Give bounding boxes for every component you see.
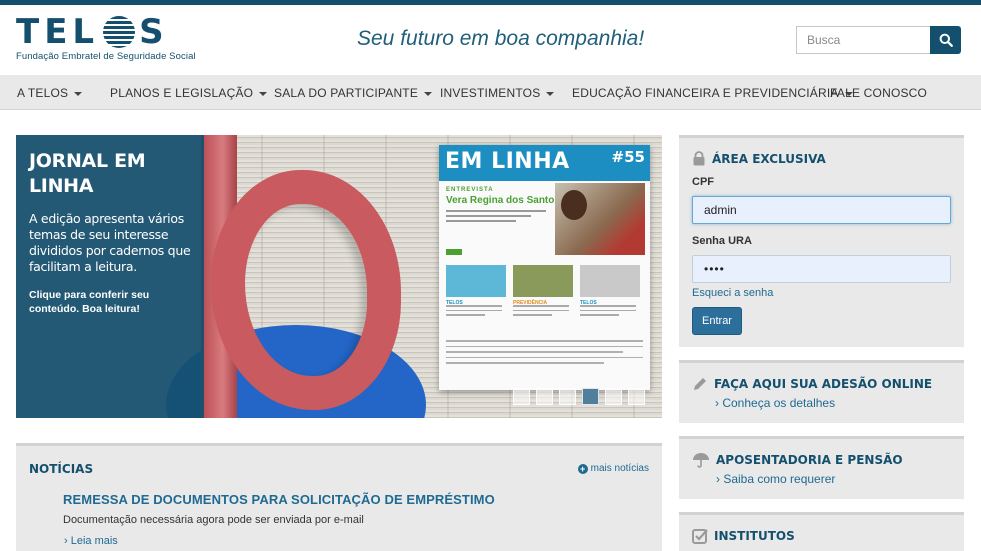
hero-carousel[interactable]: JORNAL EM LINHA A edição apresenta vário… xyxy=(16,135,662,418)
hero-caption-panel: JORNAL EM LINHA A edição apresenta vário… xyxy=(16,135,204,418)
login-panel: ÁREA EXCLUSIVA CPF admin Senha URA •••• … xyxy=(679,135,964,347)
caret-down-icon xyxy=(259,91,268,96)
news-section: NOTÍCIAS + mais notícias REMESSA DE DOCU… xyxy=(16,443,662,551)
card-aposentadoria-link[interactable]: › Saiba como requerer xyxy=(716,472,951,486)
magazine-text-lines xyxy=(446,210,546,225)
login-submit-button[interactable]: Entrar xyxy=(692,307,742,335)
globe-icon xyxy=(103,16,136,48)
pencil-icon xyxy=(694,378,706,390)
login-title-row: ÁREA EXCLUSIVA xyxy=(692,151,951,166)
nav-item-fale-conosco[interactable]: FALE CONOSCO xyxy=(830,86,927,100)
card-aposentadoria-title-row: APOSENTADORIA E PENSÃO xyxy=(692,452,951,468)
magazine-col-3 xyxy=(580,305,636,319)
nav-item-sala-participante[interactable]: SALA DO PARTICIPANTE xyxy=(274,86,433,100)
magazine-col-1 xyxy=(446,305,502,319)
news-item-read-more[interactable]: › Leia mais xyxy=(64,535,118,547)
card-adesao[interactable]: FAÇA AQUI SUA ADESÃO ONLINE › Conheça os… xyxy=(679,360,964,423)
carousel-indicators xyxy=(513,388,645,405)
carousel-thumb-4[interactable] xyxy=(582,388,599,405)
nav-item-planos[interactable]: PLANOS E LEGISLAÇÃO xyxy=(110,86,268,100)
more-news-label: mais notícias xyxy=(590,463,649,474)
umbrella-icon xyxy=(693,453,709,468)
card-adesao-link[interactable]: › Conheça os detalhes xyxy=(715,396,951,410)
telos-logo[interactable]: TEL S Fundação Embratel de Seguridade Soc… xyxy=(16,15,196,62)
caret-down-icon xyxy=(74,91,83,96)
card-aposentadoria[interactable]: APOSENTADORIA E PENSÃO › Saiba como requ… xyxy=(679,436,964,499)
card-institutos-title-row: INSTITUTOS xyxy=(692,528,951,544)
search-icon xyxy=(939,33,953,47)
card-aposentadoria-title: APOSENTADORIA E PENSÃO xyxy=(716,453,903,467)
logo-wordmark: TEL S xyxy=(16,12,169,52)
password-label: Senha URA xyxy=(692,235,752,247)
cpf-input[interactable]: admin xyxy=(692,196,951,224)
carousel-thumb-1[interactable] xyxy=(513,388,530,405)
cpf-label: CPF xyxy=(692,176,714,188)
magazine-col-2 xyxy=(513,305,569,319)
hero-description: A edição apresenta vários temas de seu i… xyxy=(29,211,191,274)
search-button[interactable] xyxy=(930,26,961,54)
magazine-thumb-2 xyxy=(513,265,573,297)
checkbox-icon xyxy=(692,529,708,544)
password-input[interactable]: •••• xyxy=(692,255,951,283)
login-title: ÁREA EXCLUSIVA xyxy=(712,151,826,166)
magazine-portrait xyxy=(561,190,587,220)
plus-circle-icon: + xyxy=(577,463,588,474)
magazine-headline: Vera Regina dos Santos xyxy=(446,195,560,206)
hero-title: JORNAL EM LINHA xyxy=(29,150,146,197)
carousel-thumb-2[interactable] xyxy=(536,388,553,405)
news-item-description: Documentação necessária agora pode ser e… xyxy=(63,514,364,526)
caret-down-icon xyxy=(546,91,555,96)
search-input[interactable] xyxy=(796,26,930,54)
caret-down-icon xyxy=(424,91,433,96)
news-item-headline[interactable]: REMESSA DE DOCUMENTOS PARA SOLICITAÇÃO D… xyxy=(63,492,495,507)
site-tagline: Seu futuro em boa companhia! xyxy=(357,27,645,50)
search-form xyxy=(796,26,961,54)
site-header: TEL S Fundação Embratel de Seguridade Soc… xyxy=(0,5,981,75)
magazine-issue: #55 xyxy=(611,148,645,166)
nav-item-investimentos[interactable]: INVESTIMENTOS xyxy=(440,86,555,100)
magazine-footer-lines xyxy=(446,340,643,368)
card-adesao-title: FAÇA AQUI SUA ADESÃO ONLINE xyxy=(714,377,933,391)
carousel-thumb-6[interactable] xyxy=(628,388,645,405)
card-adesao-title-row: FAÇA AQUI SUA ADESÃO ONLINE xyxy=(692,376,951,392)
more-news-link[interactable]: + mais notícias xyxy=(577,463,649,474)
card-institutos-title: INSTITUTOS xyxy=(714,529,795,543)
card-institutos[interactable]: INSTITUTOS xyxy=(679,512,964,551)
magazine-thumb-1 xyxy=(446,265,506,297)
carousel-thumb-3[interactable] xyxy=(559,388,576,405)
magazine-title: EM LINHA xyxy=(445,149,570,174)
logo-subtitle: Fundação Embratel de Seguridade Social xyxy=(16,51,196,62)
carousel-thumb-5[interactable] xyxy=(605,388,622,405)
main-nav: A TELOS PLANOS E LEGISLAÇÃO SALA DO PART… xyxy=(0,75,981,110)
magazine-section: ENTREVISTA xyxy=(446,187,494,193)
magazine-thumb-3 xyxy=(580,265,640,297)
lock-icon xyxy=(693,151,705,166)
news-title: NOTÍCIAS xyxy=(29,462,94,476)
forgot-password-link[interactable]: Esqueci a senha xyxy=(692,287,951,299)
nav-item-a-telos[interactable]: A TELOS xyxy=(17,86,83,100)
magazine-cover[interactable]: EM LINHA #55 ENTREVISTA Vera Regina dos … xyxy=(439,145,650,390)
nav-item-educacao[interactable]: EDUCAÇÃO FINANCEIRA E PREVIDENCIÁRIA xyxy=(572,86,853,100)
hero-cta[interactable]: Clique para conferir seu conteúdo. Boa l… xyxy=(29,288,192,316)
magazine-page-tag xyxy=(446,249,462,255)
